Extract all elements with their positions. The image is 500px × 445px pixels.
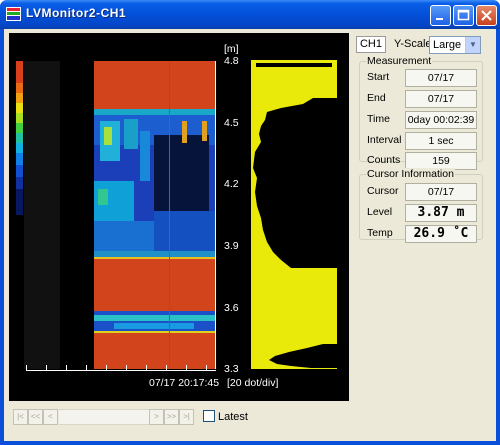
temp-value: 26.9 ˚C bbox=[405, 225, 477, 243]
latest-checkbox[interactable]: Latest bbox=[203, 410, 248, 423]
x-tick bbox=[166, 365, 167, 370]
scroll-prev-page-button[interactable]: << bbox=[28, 409, 43, 425]
yscale-value: Large bbox=[433, 39, 462, 51]
chevron-down-icon[interactable]: ▼ bbox=[465, 37, 480, 53]
spectrogram[interactable] bbox=[94, 61, 215, 369]
interval-label: Interval bbox=[367, 134, 402, 146]
measurement-group: Measurement Start 07/17 20:15:07 End 07/… bbox=[359, 55, 483, 170]
time-label: Time bbox=[367, 113, 390, 125]
end-label: End bbox=[367, 92, 386, 104]
start-label: Start bbox=[367, 71, 390, 83]
time-scrollbar[interactable]: |< << < > >> >| bbox=[13, 409, 196, 425]
x-tick bbox=[46, 365, 47, 370]
x-tick bbox=[146, 365, 147, 370]
y-axis-unit: [m] bbox=[224, 43, 239, 55]
cursor-info-group: Cursor Information Cursor 07/17 20:16:38… bbox=[359, 168, 483, 243]
y-tick-label: 3.6 bbox=[224, 302, 239, 314]
latest-label: Latest bbox=[218, 411, 248, 423]
scroll-last-button[interactable]: >| bbox=[179, 409, 194, 425]
channel-label: CH1 bbox=[356, 36, 386, 53]
interval-value: 1 sec bbox=[405, 132, 477, 150]
scroll-next-page-button[interactable]: >> bbox=[164, 409, 179, 425]
empty-history-area bbox=[24, 61, 60, 369]
x-axis-unit: [20 dot/div] bbox=[227, 377, 279, 389]
close-button[interactable] bbox=[476, 5, 497, 26]
x-axis-time-label: 07/17 20:17:45 bbox=[149, 377, 220, 389]
maximize-icon bbox=[457, 9, 470, 21]
level-value: 3.87 m bbox=[405, 204, 477, 222]
app-icon bbox=[6, 7, 21, 21]
level-profile-chart bbox=[251, 60, 337, 369]
cursor-info-group-title: Cursor Information bbox=[366, 168, 455, 180]
scroll-track[interactable] bbox=[59, 409, 149, 425]
scroll-next-button[interactable]: > bbox=[149, 409, 164, 425]
level-label: Level bbox=[367, 206, 393, 218]
yscale-label: Y-Scale bbox=[394, 38, 432, 50]
color-legend bbox=[16, 61, 23, 215]
start-value: 07/17 20:15:07 bbox=[405, 69, 477, 100]
cursor-time-label: Cursor bbox=[367, 185, 399, 197]
y-tick-label: 3.3 bbox=[224, 363, 239, 375]
x-tick bbox=[126, 365, 127, 370]
maximize-button[interactable] bbox=[453, 5, 474, 26]
scroll-first-button[interactable]: |< bbox=[13, 409, 28, 425]
x-tick bbox=[26, 365, 27, 370]
scroll-prev-button[interactable]: < bbox=[43, 409, 58, 425]
y-tick-label: 4.2 bbox=[224, 178, 239, 190]
app-window: LVMonitor2-CH1 [m] 4.8 4.5 4.2 3.9 3.6 3… bbox=[0, 0, 500, 445]
latest-checkbox-box[interactable] bbox=[203, 410, 215, 422]
y-tick-label: 4.5 bbox=[224, 117, 239, 129]
yscale-select[interactable]: Large ▼ bbox=[429, 36, 481, 54]
measurement-group-title: Measurement bbox=[366, 55, 433, 67]
x-tick bbox=[66, 365, 67, 370]
x-tick bbox=[86, 365, 87, 370]
end-value: 07/17 20:17:45 bbox=[405, 90, 477, 121]
time-value: 0day 00:02:39 bbox=[405, 111, 477, 129]
cursor-line[interactable] bbox=[169, 61, 170, 369]
title-bar[interactable]: LVMonitor2-CH1 bbox=[0, 0, 500, 29]
temp-label: Temp bbox=[367, 227, 393, 239]
minimize-icon bbox=[436, 18, 443, 20]
y-tick-label: 3.9 bbox=[224, 240, 239, 252]
x-tick bbox=[206, 365, 207, 370]
counts-label: Counts bbox=[367, 154, 401, 166]
x-axis-line bbox=[26, 370, 216, 371]
close-icon bbox=[481, 10, 492, 21]
window-title: LVMonitor2-CH1 bbox=[26, 6, 127, 20]
client-area: [m] 4.8 4.5 4.2 3.9 3.6 3.3 07/17 20:17:… bbox=[4, 29, 496, 441]
y-tick-label: 4.8 bbox=[224, 55, 239, 67]
y-axis-line bbox=[215, 61, 216, 369]
minimize-button[interactable] bbox=[430, 5, 451, 26]
x-tick bbox=[186, 365, 187, 370]
cursor-time-value: 07/17 20:16:38 bbox=[405, 183, 477, 214]
plot-panel: [m] 4.8 4.5 4.2 3.9 3.6 3.3 07/17 20:17:… bbox=[9, 33, 349, 401]
x-tick bbox=[106, 365, 107, 370]
